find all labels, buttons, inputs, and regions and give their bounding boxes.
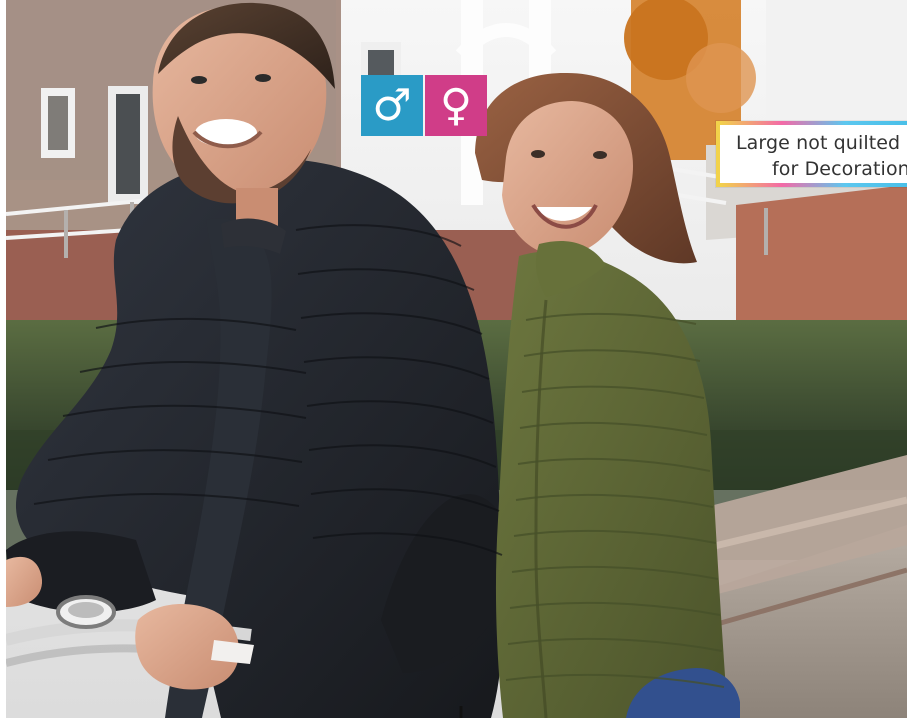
advertisement-frame: ♂ ♀ Large not quilted for Decoration: [0, 0, 907, 718]
male-symbol-badge: ♂: [361, 75, 423, 136]
decoration-label-line-1: Large not quilted: [736, 132, 901, 154]
female-symbol-icon: ♀: [439, 79, 473, 131]
decoration-label-line-2: for Decoration: [772, 158, 907, 180]
female-symbol-badge: ♀: [425, 75, 487, 136]
gender-badges: ♂ ♀: [361, 75, 487, 136]
male-symbol-icon: ♂: [372, 79, 412, 131]
decoration-label: Large not quilted for Decoration: [716, 121, 907, 187]
